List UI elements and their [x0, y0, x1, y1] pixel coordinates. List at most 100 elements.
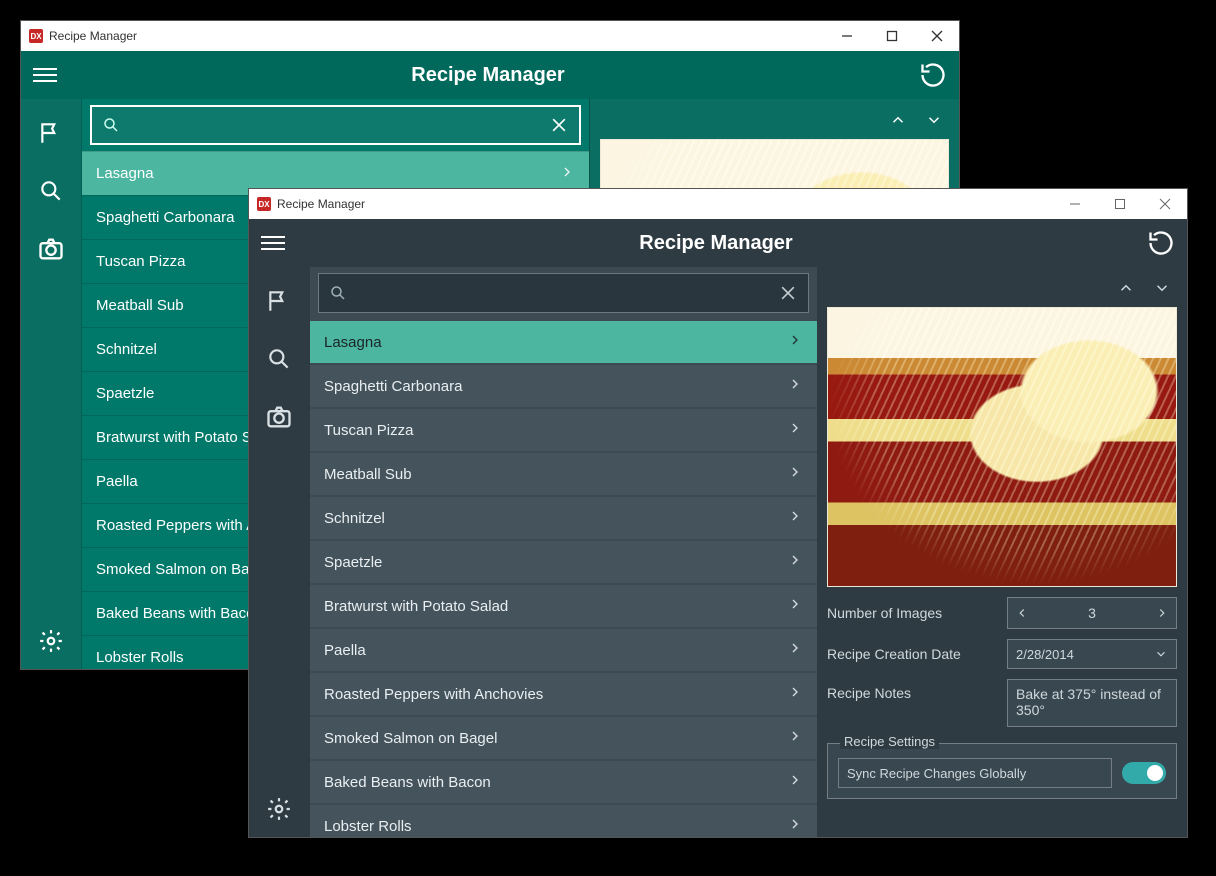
chevron-right-icon	[787, 376, 803, 396]
chevron-right-icon	[787, 772, 803, 792]
recipe-name: Baked Beans with Bacon	[324, 774, 491, 791]
flag-icon[interactable]	[37, 119, 65, 147]
app-title: Recipe Manager	[285, 232, 1147, 255]
recipe-name: Baked Beans with Bacon	[96, 605, 263, 622]
chevron-right-icon	[787, 816, 803, 836]
expand-down-icon[interactable]	[1153, 279, 1171, 297]
recipe-row[interactable]: Baked Beans with Bacon	[310, 759, 817, 803]
refresh-button[interactable]	[1147, 229, 1175, 257]
search-input[interactable]	[128, 117, 541, 133]
recipe-row[interactable]: Lasagna	[310, 319, 817, 363]
recipe-name: Schnitzel	[324, 510, 385, 527]
recipe-list-panel: Lasagna Spaghetti Carbonara Tuscan Pizza Me…	[309, 267, 817, 837]
window-title: Recipe Manager	[49, 29, 137, 43]
recipe-name: Meatball Sub	[96, 297, 184, 314]
search-box[interactable]	[90, 105, 581, 145]
close-button[interactable]	[1142, 189, 1187, 219]
search-box[interactable]	[318, 273, 809, 313]
recipe-name: Spaghetti Carbonara	[96, 209, 234, 226]
hamburger-menu-button[interactable]	[33, 68, 57, 82]
hamburger-menu-button[interactable]	[261, 236, 285, 250]
app-title: Recipe Manager	[57, 64, 919, 87]
recipe-name: Spaetzle	[96, 385, 154, 402]
search-icon[interactable]	[265, 345, 293, 373]
app-icon: DX	[29, 29, 43, 43]
recipe-name: Lasagna	[324, 334, 382, 351]
chevron-right-icon	[787, 420, 803, 440]
close-button[interactable]	[914, 21, 959, 51]
image-count-stepper[interactable]: 3	[1007, 597, 1177, 629]
creation-date-picker[interactable]: 2/28/2014	[1007, 639, 1177, 669]
recipe-name: Tuscan Pizza	[96, 253, 185, 270]
recipe-row[interactable]: Bratwurst with Potato Salad	[310, 583, 817, 627]
titlebar[interactable]: DX Recipe Manager	[21, 21, 959, 51]
recipe-name: Spaetzle	[324, 554, 382, 571]
detail-panel: Number of Images 3 Recipe Creation Date …	[817, 267, 1187, 837]
collapse-up-icon[interactable]	[1117, 279, 1135, 297]
recipe-settings-group: Recipe Settings Sync Recipe Changes Glob…	[827, 743, 1177, 799]
settings-icon[interactable]	[37, 627, 65, 655]
creation-date-value: 2/28/2014	[1016, 647, 1074, 662]
recipe-name: Meatball Sub	[324, 466, 412, 483]
maximize-button[interactable]	[1097, 189, 1142, 219]
recipe-manager-window-dark: DX Recipe Manager Recipe Manager	[248, 188, 1188, 838]
chevron-right-icon	[787, 640, 803, 660]
recipe-name: Paella	[324, 642, 366, 659]
sidebar	[21, 99, 81, 669]
recipe-notes-label: Recipe Notes	[827, 679, 997, 701]
number-of-images-label: Number of Images	[827, 605, 997, 621]
clear-search-icon[interactable]	[549, 115, 569, 135]
minimize-button[interactable]	[1052, 189, 1097, 219]
recipe-name: Schnitzel	[96, 341, 157, 358]
recipe-row[interactable]: Spaetzle	[310, 539, 817, 583]
chevron-right-icon	[787, 508, 803, 528]
camera-icon[interactable]	[265, 403, 293, 431]
recipe-image	[827, 307, 1177, 587]
recipe-name: Spaghetti Carbonara	[324, 378, 462, 395]
sync-label: Sync Recipe Changes Globally	[838, 758, 1112, 788]
recipe-row[interactable]: Smoked Salmon on Bagel	[310, 715, 817, 759]
chevron-right-icon	[559, 164, 575, 184]
appbar: Recipe Manager	[249, 219, 1187, 267]
chevron-down-icon	[1154, 647, 1168, 661]
recipe-name: Paella	[96, 473, 138, 490]
recipe-row[interactable]: Spaghetti Carbonara	[310, 363, 817, 407]
chevron-right-icon	[787, 552, 803, 572]
recipe-settings-legend: Recipe Settings	[840, 734, 939, 749]
search-icon[interactable]	[37, 177, 65, 205]
recipe-row[interactable]: Lobster Rolls	[310, 803, 817, 837]
recipe-name: Smoked Salmon on Bagel	[324, 730, 497, 747]
recipe-row[interactable]: Tuscan Pizza	[310, 407, 817, 451]
recipe-row[interactable]: Roasted Peppers with Anchovies	[310, 671, 817, 715]
settings-icon[interactable]	[265, 795, 293, 823]
recipe-name: Tuscan Pizza	[324, 422, 413, 439]
image-count-value: 3	[1036, 605, 1148, 621]
chevron-right-icon	[787, 728, 803, 748]
recipe-row[interactable]: Paella	[310, 627, 817, 671]
appbar: Recipe Manager	[21, 51, 959, 99]
sidebar	[249, 267, 309, 837]
collapse-up-icon[interactable]	[889, 111, 907, 129]
recipe-notes-input[interactable]: Bake at 375° instead of 350°	[1007, 679, 1177, 727]
stepper-prev-icon[interactable]	[1008, 606, 1036, 620]
flag-icon[interactable]	[265, 287, 293, 315]
chevron-right-icon	[787, 684, 803, 704]
recipe-row[interactable]: Schnitzel	[310, 495, 817, 539]
refresh-button[interactable]	[919, 61, 947, 89]
expand-down-icon[interactable]	[925, 111, 943, 129]
minimize-button[interactable]	[824, 21, 869, 51]
maximize-button[interactable]	[869, 21, 914, 51]
recipe-name: Bratwurst with Potato Salad	[324, 598, 508, 615]
stepper-next-icon[interactable]	[1148, 606, 1176, 620]
recipe-list[interactable]: Lasagna Spaghetti Carbonara Tuscan Pizza Me…	[310, 319, 817, 837]
creation-date-label: Recipe Creation Date	[827, 646, 997, 662]
recipe-row[interactable]: Meatball Sub	[310, 451, 817, 495]
clear-search-icon[interactable]	[778, 283, 798, 303]
search-input[interactable]	[355, 285, 770, 301]
recipe-name: Lobster Rolls	[324, 818, 412, 835]
camera-icon[interactable]	[37, 235, 65, 263]
chevron-right-icon	[787, 464, 803, 484]
sync-toggle[interactable]	[1122, 762, 1166, 784]
recipe-name: Lobster Rolls	[96, 649, 184, 666]
titlebar[interactable]: DX Recipe Manager	[249, 189, 1187, 219]
